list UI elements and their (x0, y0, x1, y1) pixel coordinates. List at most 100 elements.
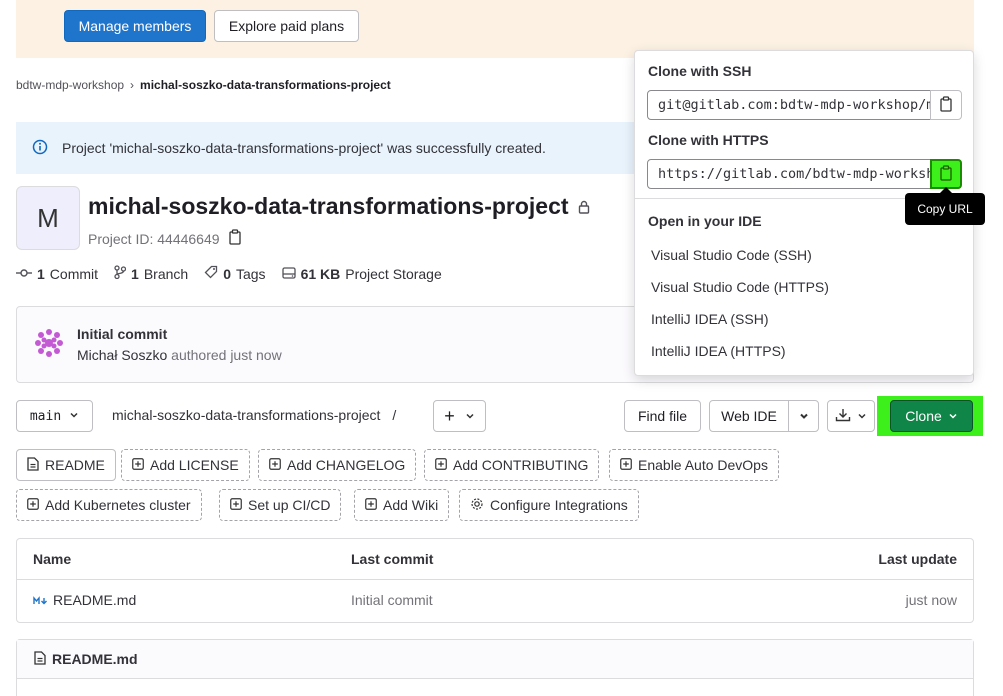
integrations-chip[interactable]: Configure Integrations (459, 489, 639, 521)
chevron-down-icon (69, 409, 79, 424)
auto-devops-label: Enable Auto DevOps (638, 457, 768, 473)
commit-title-link[interactable]: Initial commit (77, 326, 167, 342)
ide-intellij-https[interactable]: IntelliJ IDEA (HTTPS) (651, 343, 786, 359)
tags-stat[interactable]: 0 Tags (204, 265, 266, 282)
plus-square-icon (620, 457, 632, 473)
file-table: Name Last commit Last update README.md I… (16, 538, 974, 623)
file-updated: just now (905, 592, 957, 608)
add-contributing-chip[interactable]: Add CONTRIBUTING (424, 449, 600, 481)
plus-square-icon (365, 497, 377, 513)
commit-author-link[interactable]: Michał Soszko (77, 347, 167, 363)
add-changelog-label: Add CHANGELOG (287, 457, 406, 473)
clone-ssh-input[interactable]: git@gitlab.com:bdtw-mdp-workshop/michal-… (647, 90, 931, 120)
commit-meta: Michał Soszko authored just now (77, 347, 282, 363)
clone-button[interactable]: Clone (890, 400, 973, 432)
col-last-update: Last update (878, 551, 957, 567)
project-stats: 1 Commit 1 Branch 0 Tags 61 KB Project Stora… (16, 265, 442, 282)
branches-label: Branch (143, 265, 189, 282)
tags-count: 0 (223, 265, 231, 282)
breadcrumb-separator: › (130, 78, 135, 92)
commits-stat[interactable]: 1 Commit (16, 266, 98, 282)
add-wiki-chip[interactable]: Add Wiki (354, 489, 450, 521)
add-wiki-label: Add Wiki (383, 497, 439, 513)
storage-stat[interactable]: 61 KB Project Storage (281, 265, 442, 282)
plus-square-icon (435, 457, 447, 473)
chevron-down-icon (799, 408, 809, 424)
readme-panel-header: README.md (17, 640, 973, 679)
branches-stat[interactable]: 1 Branch (114, 265, 188, 282)
breadcrumb: bdtw-mdp-workshop › michal-soszko-data-t… (16, 78, 391, 92)
copy-url-tooltip: Copy URL (905, 187, 985, 225)
manage-members-button[interactable]: Manage members (64, 10, 206, 42)
file-table-header: Name Last commit Last update (17, 539, 973, 580)
gear-icon (470, 497, 484, 514)
project-id-text: Project ID: 44446649 (88, 230, 220, 247)
kubernetes-chip[interactable]: Add Kubernetes cluster (16, 489, 202, 521)
info-icon (32, 139, 48, 158)
plus-square-icon (132, 457, 144, 473)
ide-vscode-https[interactable]: Visual Studio Code (HTTPS) (651, 279, 829, 295)
auto-devops-chip[interactable]: Enable Auto DevOps (609, 449, 779, 481)
plus-icon: + (444, 405, 455, 426)
col-last-commit: Last commit (351, 551, 434, 567)
readme-panel-title: README.md (52, 651, 138, 667)
branch-selector[interactable]: main (16, 400, 93, 432)
project-id: Project ID: 44446649 (88, 229, 242, 248)
copy-https-button[interactable] (930, 159, 962, 189)
branch-name: main (29, 408, 62, 424)
open-in-ide-label: Open in your IDE (648, 213, 762, 229)
alert-message: Project 'michal-soszko-data-transformati… (62, 140, 546, 156)
file-icon (34, 650, 46, 668)
add-to-tree-dropdown[interactable]: + (433, 400, 486, 432)
download-dropdown[interactable] (827, 400, 875, 432)
readme-chip[interactable]: README (16, 449, 116, 481)
clone-ssh-label: Clone with SSH (648, 63, 752, 79)
chevron-down-icon (948, 408, 958, 424)
clone-highlight: Clone (877, 396, 983, 436)
breadcrumb-project-link[interactable]: michal-soszko-data-transformations-proje… (140, 78, 391, 92)
col-name: Name (33, 551, 72, 567)
breadcrumb-group-link[interactable]: bdtw-mdp-workshop (16, 78, 124, 92)
copy-project-id-icon[interactable] (228, 229, 242, 248)
storage-icon (281, 266, 296, 282)
cicd-chip[interactable]: Set up CI/CD (219, 489, 342, 521)
ide-intellij-ssh[interactable]: IntelliJ IDEA (SSH) (651, 311, 768, 327)
ide-vscode-ssh[interactable]: Visual Studio Code (SSH) (651, 247, 812, 263)
commits-count: 1 (37, 265, 45, 282)
user-avatar-icon[interactable] (33, 327, 65, 362)
project-title-text: michal-soszko-data-transformations-proje… (88, 193, 569, 219)
add-contributing-label: Add CONTRIBUTING (453, 457, 589, 473)
download-icon (835, 408, 851, 425)
commit-time: authored just now (171, 347, 282, 363)
web-ide-dropdown-toggle[interactable] (788, 400, 819, 432)
file-name-link[interactable]: README.md (53, 592, 136, 608)
markdown-icon (33, 593, 49, 609)
branches-count: 1 (131, 265, 139, 282)
plus-square-icon (269, 457, 281, 473)
file-icon (27, 456, 39, 474)
add-license-chip[interactable]: Add LICENSE (121, 449, 250, 481)
storage-size: 61 KB (300, 265, 341, 282)
clone-label: Clone (905, 408, 942, 424)
path-separator: / (392, 407, 397, 423)
add-changelog-chip[interactable]: Add CHANGELOG (258, 449, 417, 481)
find-file-button[interactable]: Find file (624, 400, 701, 432)
integrations-label: Configure Integrations (490, 497, 628, 513)
repo-path-link[interactable]: michal-soszko-data-transformations-proje… (112, 407, 380, 423)
storage-label: Project Storage (345, 265, 442, 282)
file-commit-link[interactable]: Initial commit (351, 592, 433, 608)
copy-icon (939, 95, 953, 115)
web-ide-button[interactable]: Web IDE (709, 400, 789, 432)
table-row: README.md Initial commit just now (17, 580, 973, 622)
clone-https-input[interactable]: https://gitlab.com/bdtw-mdp-workshop/mic… (647, 159, 931, 189)
tags-label: Tags (235, 265, 266, 282)
tag-icon (204, 265, 218, 282)
kubernetes-label: Add Kubernetes cluster (45, 497, 191, 513)
repo-path: michal-soszko-data-transformations-proje… (112, 407, 396, 423)
cicd-label: Set up CI/CD (248, 497, 331, 513)
explore-paid-plans-button[interactable]: Explore paid plans (214, 10, 359, 42)
copy-ssh-button[interactable] (930, 90, 962, 120)
readme-chip-label: README (45, 457, 105, 473)
branch-icon (114, 265, 127, 282)
commit-icon (16, 266, 32, 282)
